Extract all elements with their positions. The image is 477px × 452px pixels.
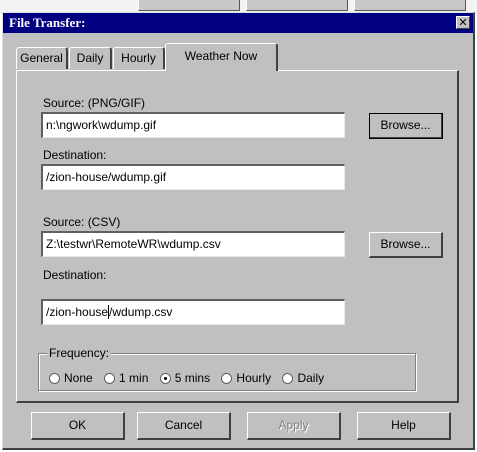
background-button bbox=[138, 0, 240, 11]
weather-now-panel bbox=[16, 70, 459, 403]
file-transfer-dialog: File Transfer: ✕ General Daily Hourly We… bbox=[2, 12, 475, 450]
apply-button[interactable]: Apply bbox=[247, 412, 341, 440]
close-icon[interactable]: ✕ bbox=[456, 16, 470, 29]
cancel-button[interactable]: Cancel bbox=[137, 412, 231, 440]
tab-hourly[interactable]: Hourly bbox=[113, 47, 165, 69]
ok-button[interactable]: OK bbox=[31, 412, 125, 440]
tab-weather-now[interactable]: Weather Now bbox=[165, 43, 278, 71]
tab-daily[interactable]: Daily bbox=[69, 47, 112, 69]
tab-general[interactable]: General bbox=[16, 47, 68, 69]
background-button bbox=[354, 0, 466, 11]
title-bar[interactable]: File Transfer: ✕ bbox=[3, 13, 473, 33]
help-button[interactable]: Help bbox=[357, 412, 451, 440]
window-title: File Transfer: bbox=[9, 15, 86, 30]
background-button bbox=[246, 0, 348, 11]
